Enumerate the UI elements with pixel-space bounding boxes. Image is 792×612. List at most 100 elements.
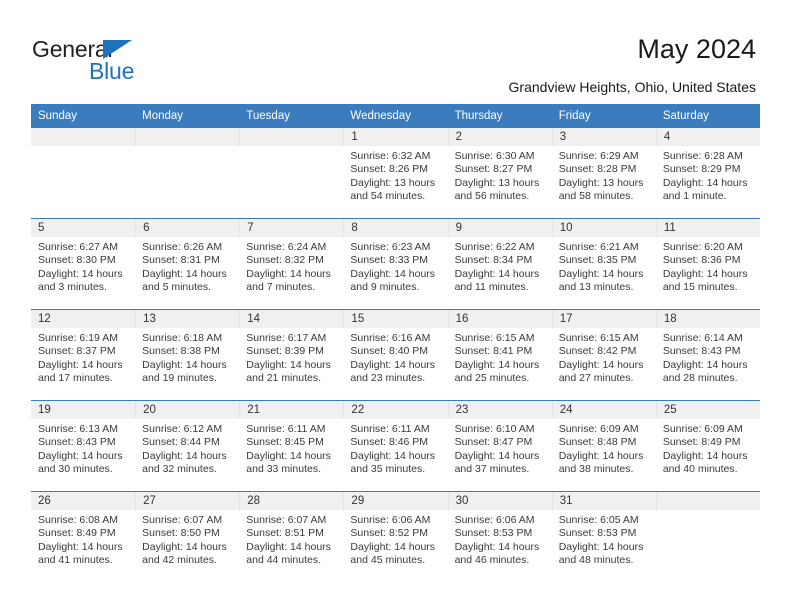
daylight-text-line1: Daylight: 14 hours — [454, 540, 540, 553]
sunrise-text: Sunrise: 6:06 AM — [454, 514, 535, 526]
calendar-week-row: 1 Sunrise: 6:32 AM Sunset: 8:26 PM Daylight… — [31, 128, 760, 219]
day-cell[interactable]: 9 Sunrise: 6:22 AM Sunset: 8:34 PM Daylight… — [447, 218, 552, 310]
sunrise-text: Sunrise: 6:11 AM — [350, 423, 430, 435]
day-number: 31 — [551, 492, 656, 510]
day-cell[interactable]: 11 Sunrise: 6:20 AM Sunset: 8:36 PM Dayligh… — [655, 218, 760, 310]
day-cell[interactable]: 28 Sunrise: 6:07 AM Sunset: 8:51 PM Dayligh… — [239, 491, 344, 582]
day-cell[interactable]: 1 Sunrise: 6:32 AM Sunset: 8:26 PM Daylight… — [343, 128, 448, 219]
day-cell[interactable] — [31, 128, 136, 219]
day-details: Sunrise: 6:06 AM Sunset: 8:52 PM Daylight:… — [343, 510, 447, 568]
day-number: 15 — [343, 310, 448, 328]
day-cell[interactable]: 14 Sunrise: 6:17 AM Sunset: 8:39 PM Dayligh… — [239, 309, 344, 401]
sunset-text: Sunset: 8:53 PM — [558, 527, 637, 540]
sunrise-text: Sunrise: 6:16 AM — [350, 332, 431, 344]
day-cell[interactable]: 6 Sunrise: 6:26 AM Sunset: 8:31 PM Daylight… — [135, 218, 240, 310]
day-cell[interactable]: 30 Sunrise: 6:06 AM Sunset: 8:53 PM Dayligh… — [447, 491, 552, 582]
day-cell[interactable] — [135, 128, 240, 219]
sunset-text: Sunset: 8:45 PM — [246, 436, 324, 449]
day-number: 3 — [551, 128, 656, 146]
calendar-week-row: 12 Sunrise: 6:19 AM Sunset: 8:37 PM Dayligh… — [31, 309, 760, 401]
day-cell[interactable]: 10 Sunrise: 6:21 AM Sunset: 8:35 PM Dayligh… — [551, 218, 656, 310]
day-cell[interactable]: 18 Sunrise: 6:14 AM Sunset: 8:43 PM Dayligh… — [655, 309, 760, 401]
sunrise-text: Sunrise: 6:07 AM — [246, 514, 327, 526]
logo-triangle-icon — [103, 40, 132, 59]
day-number: 4 — [655, 128, 760, 146]
day-cell[interactable]: 20 Sunrise: 6:12 AM Sunset: 8:44 PM Dayligh… — [135, 400, 240, 492]
day-cell[interactable]: 27 Sunrise: 6:07 AM Sunset: 8:50 PM Dayligh… — [135, 491, 240, 582]
day-cell[interactable]: 2 Sunrise: 6:30 AM Sunset: 8:27 PM Daylight… — [447, 128, 552, 219]
daylight-text-line2: and 9 minutes. — [350, 281, 420, 294]
day-cell[interactable]: 8 Sunrise: 6:23 AM Sunset: 8:33 PM Daylight… — [343, 218, 448, 310]
daylight-text-line1: Daylight: 14 hours — [246, 358, 331, 371]
day-number: 26 — [31, 492, 136, 510]
sunset-text: Sunset: 8:38 PM — [142, 345, 220, 358]
daylight-text-line1: Daylight: 14 hours — [246, 540, 331, 553]
sunset-text: Sunset: 8:37 PM — [38, 345, 116, 358]
day-cell[interactable]: 19 Sunrise: 6:13 AM Sunset: 8:43 PM Dayligh… — [31, 400, 136, 492]
daylight-text-line1: Daylight: 14 hours — [350, 358, 436, 371]
day-cell[interactable]: 21 Sunrise: 6:11 AM Sunset: 8:45 PM Dayligh… — [239, 400, 344, 492]
day-details: Sunrise: 6:18 AM Sunset: 8:38 PM Daylight:… — [135, 328, 239, 386]
day-cell[interactable]: 26 Sunrise: 6:08 AM Sunset: 8:49 PM Dayligh… — [31, 491, 136, 582]
daylight-text-line1: Daylight: 14 hours — [558, 358, 644, 371]
day-details: Sunrise: 6:11 AM Sunset: 8:45 PM Daylight:… — [239, 419, 343, 477]
day-details: Sunrise: 6:24 AM Sunset: 8:32 PM Daylight:… — [239, 237, 343, 295]
day-cell[interactable]: 29 Sunrise: 6:06 AM Sunset: 8:52 PM Dayligh… — [343, 491, 448, 582]
sunset-text: Sunset: 8:32 PM — [246, 254, 324, 267]
day-cell[interactable]: 13 Sunrise: 6:18 AM Sunset: 8:38 PM Dayligh… — [135, 309, 240, 401]
sunrise-text: Sunrise: 6:20 AM — [662, 241, 743, 253]
day-cell[interactable]: 22 Sunrise: 6:11 AM Sunset: 8:46 PM Dayligh… — [343, 400, 448, 492]
daylight-text-line2: and 32 minutes. — [142, 463, 217, 476]
day-cell[interactable]: 7 Sunrise: 6:24 AM Sunset: 8:32 PM Daylight… — [239, 218, 344, 310]
calendar-week-row: 19 Sunrise: 6:13 AM Sunset: 8:43 PM Dayligh… — [31, 400, 760, 492]
day-number: 7 — [239, 219, 344, 237]
day-number: 21 — [239, 401, 344, 419]
day-cell[interactable] — [655, 491, 760, 582]
daylight-text-line1: Daylight: 13 hours — [454, 176, 540, 189]
day-cell[interactable]: 5 Sunrise: 6:27 AM Sunset: 8:30 PM Daylight… — [31, 218, 136, 310]
daylight-text-line2: and 19 minutes. — [142, 372, 217, 385]
day-details: Sunrise: 6:23 AM Sunset: 8:33 PM Daylight:… — [343, 237, 447, 295]
day-cell[interactable]: 16 Sunrise: 6:15 AM Sunset: 8:41 PM Dayligh… — [447, 309, 552, 401]
sunset-text: Sunset: 8:50 PM — [142, 527, 220, 540]
day-number: 20 — [135, 401, 240, 419]
daylight-text-line1: Daylight: 14 hours — [662, 358, 748, 371]
day-cell[interactable]: 4 Sunrise: 6:28 AM Sunset: 8:29 PM Daylight… — [655, 128, 760, 219]
day-cell[interactable]: 31 Sunrise: 6:05 AM Sunset: 8:53 PM Dayligh… — [551, 491, 656, 582]
sunrise-text: Sunrise: 6:22 AM — [454, 241, 535, 253]
day-cell[interactable] — [239, 128, 344, 219]
day-cell[interactable]: 15 Sunrise: 6:16 AM Sunset: 8:40 PM Dayligh… — [343, 309, 448, 401]
sunset-text: Sunset: 8:28 PM — [558, 163, 637, 176]
day-details: Sunrise: 6:08 AM Sunset: 8:49 PM Daylight:… — [31, 510, 135, 568]
day-number: 25 — [655, 401, 760, 419]
daylight-text-line2: and 48 minutes. — [558, 554, 634, 567]
daylight-text-line2: and 7 minutes. — [246, 281, 316, 294]
day-cell[interactable]: 17 Sunrise: 6:15 AM Sunset: 8:42 PM Dayligh… — [551, 309, 656, 401]
calendar-week-row: 26 Sunrise: 6:08 AM Sunset: 8:49 PM Dayligh… — [31, 491, 760, 582]
day-number: 12 — [31, 310, 136, 328]
sunset-text: Sunset: 8:33 PM — [350, 254, 429, 267]
day-details: Sunrise: 6:27 AM Sunset: 8:30 PM Daylight:… — [31, 237, 135, 295]
sunrise-text: Sunrise: 6:21 AM — [558, 241, 639, 253]
sunset-text: Sunset: 8:43 PM — [38, 436, 116, 449]
day-details: Sunrise: 6:11 AM Sunset: 8:46 PM Daylight:… — [343, 419, 447, 477]
day-details: Sunrise: 6:14 AM Sunset: 8:43 PM Daylight:… — [656, 328, 760, 386]
day-cell[interactable]: 12 Sunrise: 6:19 AM Sunset: 8:37 PM Dayligh… — [31, 309, 136, 401]
day-details: Sunrise: 6:09 AM Sunset: 8:49 PM Daylight:… — [656, 419, 760, 477]
daylight-text-line1: Daylight: 13 hours — [558, 176, 644, 189]
daylight-text-line2: and 41 minutes. — [38, 554, 113, 567]
daylight-text-line2: and 27 minutes. — [558, 372, 634, 385]
sunset-text: Sunset: 8:41 PM — [454, 345, 533, 358]
day-number — [31, 128, 136, 146]
day-cell[interactable]: 24 Sunrise: 6:09 AM Sunset: 8:48 PM Dayligh… — [551, 400, 656, 492]
day-details: Sunrise: 6:16 AM Sunset: 8:40 PM Daylight:… — [343, 328, 447, 386]
sunrise-text: Sunrise: 6:07 AM — [142, 514, 223, 526]
daylight-text-line2: and 35 minutes. — [350, 463, 426, 476]
day-cell[interactable]: 23 Sunrise: 6:10 AM Sunset: 8:47 PM Dayligh… — [447, 400, 552, 492]
sunset-text: Sunset: 8:48 PM — [558, 436, 637, 449]
calendar-body: 1 Sunrise: 6:32 AM Sunset: 8:26 PM Daylight… — [31, 128, 760, 582]
sunset-text: Sunset: 8:26 PM — [350, 163, 429, 176]
day-cell[interactable]: 3 Sunrise: 6:29 AM Sunset: 8:28 PM Daylight… — [551, 128, 656, 219]
day-details: Sunrise: 6:13 AM Sunset: 8:43 PM Daylight:… — [31, 419, 135, 477]
day-cell[interactable]: 25 Sunrise: 6:09 AM Sunset: 8:49 PM Dayligh… — [655, 400, 760, 492]
